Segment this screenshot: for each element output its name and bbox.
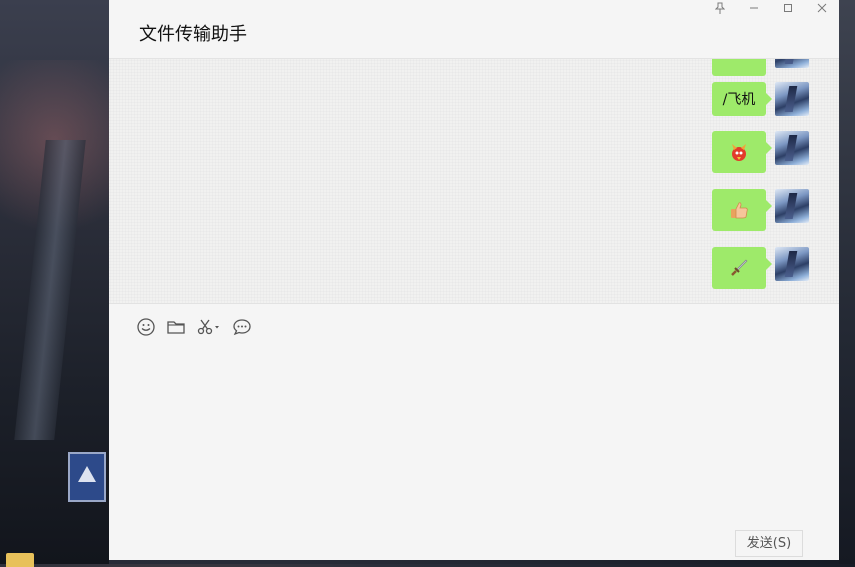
message-item — [712, 247, 809, 291]
composer-toolbar — [109, 304, 839, 348]
desktop-wallpaper-left — [0, 0, 109, 564]
avatar[interactable] — [775, 247, 809, 281]
chat-title: 文件传输助手 — [139, 24, 247, 45]
send-button[interactable]: 发送(S) — [735, 530, 803, 557]
thumbs-up-emoji — [731, 202, 748, 219]
message-bubble[interactable] — [712, 189, 772, 231]
message-bubble[interactable] — [712, 59, 766, 76]
close-icon[interactable] — [813, 2, 831, 18]
chat-window: 文件传输助手 /飞机 发送(S) — [109, 0, 839, 560]
message-item — [712, 131, 809, 175]
title-bar[interactable]: 文件传输助手 — [109, 0, 839, 59]
message-bubble[interactable] — [712, 131, 772, 173]
smiley-icon[interactable] — [136, 317, 158, 337]
message-item — [712, 189, 809, 233]
pin-icon[interactable] — [711, 2, 729, 18]
message-item: /飞机 — [712, 82, 809, 126]
avatar[interactable] — [775, 82, 809, 116]
message-partial — [712, 59, 809, 78]
message-bubble[interactable] — [712, 247, 772, 289]
minimize-icon[interactable] — [745, 2, 763, 18]
fire-bird-emoji — [732, 144, 746, 161]
sword-emoji — [731, 259, 748, 276]
avatar[interactable] — [775, 189, 809, 223]
folder-icon[interactable] — [166, 317, 188, 337]
scissors-icon[interactable] — [196, 317, 222, 337]
message-list[interactable]: /飞机 — [109, 59, 839, 304]
avatar[interactable] — [775, 131, 809, 165]
avatar[interactable] — [775, 59, 809, 68]
wallpaper-sign — [68, 452, 106, 502]
desktop-folder-icon[interactable] — [6, 553, 34, 567]
desktop-wallpaper-right — [839, 0, 855, 564]
message-input[interactable] — [109, 348, 839, 523]
chat-bubble-icon[interactable] — [232, 317, 254, 337]
maximize-icon[interactable] — [779, 2, 797, 18]
message-text: /飞机 — [722, 92, 756, 108]
message-bubble[interactable]: /飞机 — [712, 82, 772, 116]
